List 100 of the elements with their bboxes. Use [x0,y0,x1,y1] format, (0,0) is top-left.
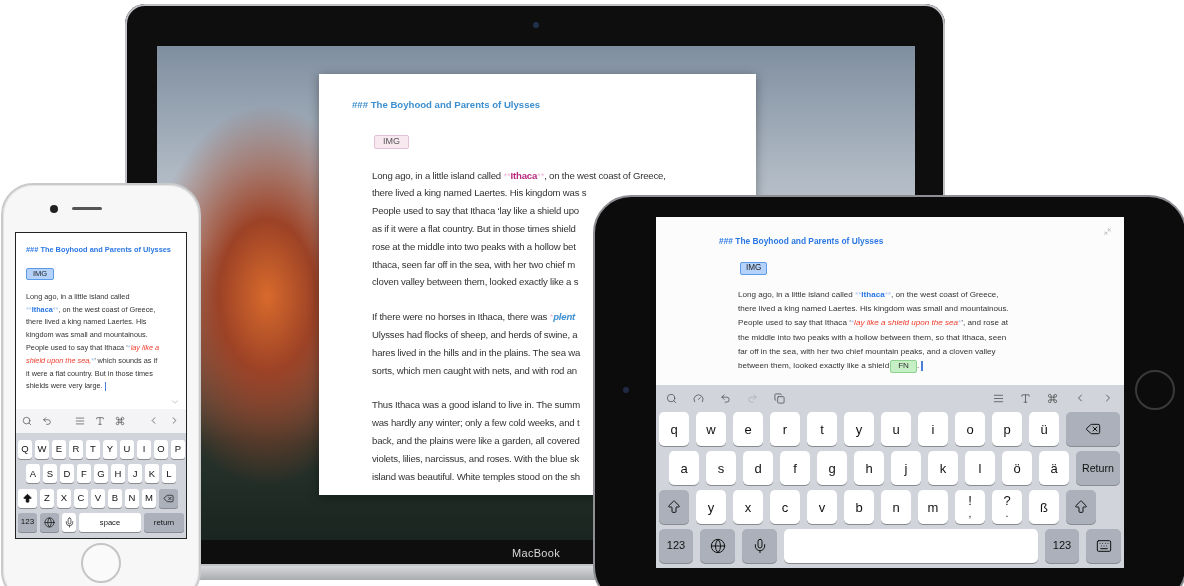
key[interactable]: a [669,451,699,485]
key[interactable]: ! , [955,490,985,524]
key[interactable]: n [881,490,911,524]
key[interactable]: L [162,464,176,483]
key[interactable]: r [770,412,800,446]
copy-button[interactable] [774,392,785,404]
key[interactable]: g [817,451,847,485]
key[interactable]: A [26,464,40,483]
list-button[interactable] [75,415,85,426]
text-line: hares lived in the hills and in the plains. The sea wa [372,345,581,360]
key[interactable]: o [955,412,985,446]
key[interactable]: ü [1029,412,1059,446]
key[interactable]: O [154,439,168,459]
copy-icon [774,392,785,404]
key[interactable]: x [733,490,763,524]
key[interactable]: H [111,464,125,483]
key[interactable]: E [52,439,66,459]
key[interactable]: C [74,488,88,508]
key[interactable]: q [659,412,689,446]
key[interactable]: t [807,412,837,446]
list-button[interactable] [993,392,1004,404]
search-icon [22,415,32,426]
undo-button[interactable] [720,392,731,404]
key[interactable]: K [145,464,159,483]
key[interactable]: ö [1002,451,1032,485]
key[interactable]: h [854,451,884,485]
key[interactable]: I [137,439,151,459]
key[interactable]: j [891,451,921,485]
text-line: was hardly any winter; only a few cold weeks, and t [372,416,580,431]
command-button[interactable] [115,415,125,426]
key[interactable]: N [125,488,139,508]
key[interactable]: w [696,412,726,446]
shift-icon [666,499,682,515]
key[interactable]: F [77,464,91,483]
key[interactable]: S [43,464,57,483]
key[interactable]: G [94,464,108,483]
key[interactable]: W [35,439,49,459]
return-key[interactable]: Return [1076,451,1120,485]
key[interactable]: v [807,490,837,524]
key[interactable]: f [780,451,810,485]
image-tag: IMG [740,262,768,275]
key[interactable]: u [881,412,911,446]
numbers-key[interactable]: 123 [659,529,693,563]
key[interactable]: J [128,464,142,483]
command-icon [115,415,125,426]
key[interactable]: m [918,490,948,524]
text-format-button[interactable] [1020,392,1031,404]
key[interactable]: y [696,490,726,524]
text-line: Ulysses had flocks of sheep, and herds of swine, a [372,328,578,343]
search-button[interactable] [22,415,32,426]
key[interactable]: l [965,451,995,485]
command-icon [1047,392,1058,404]
text-format-button[interactable] [95,415,105,426]
key[interactable]: ß [1029,490,1059,524]
globe-key[interactable] [40,513,59,532]
key[interactable]: c [770,490,800,524]
key[interactable]: y [844,412,874,446]
delete-key[interactable] [159,488,178,508]
shift-key[interactable] [18,488,37,508]
key[interactable]: M [142,488,156,508]
search-button[interactable] [666,392,677,404]
undo-button[interactable] [42,415,52,426]
text-line: Thus Ithaca was a good island to live in. The summ [372,398,580,413]
key[interactable]: V [91,488,105,508]
command-button[interactable] [1047,392,1058,404]
gauge-button[interactable] [693,392,704,404]
key[interactable]: R [69,439,83,459]
key[interactable]: D [60,464,74,483]
gauge-icon [693,392,704,404]
key[interactable]: T [86,439,100,459]
key[interactable]: e [733,412,763,446]
key[interactable]: Q [18,439,32,459]
key[interactable]: p [992,412,1022,446]
hide-keyboard-key[interactable] [1086,529,1121,563]
key[interactable]: U [120,439,134,459]
key[interactable]: ä [1039,451,1069,485]
key[interactable]: k [928,451,958,485]
key[interactable]: B [108,488,122,508]
key[interactable]: i [918,412,948,446]
key[interactable]: b [844,490,874,524]
numbers-key[interactable]: 123 [1045,529,1079,563]
camera-dot [533,22,539,28]
key[interactable]: Y [103,439,117,459]
key[interactable]: s [706,451,736,485]
delete-key[interactable] [1066,412,1120,446]
key[interactable]: ? . [992,490,1022,524]
key[interactable]: Z [40,488,54,508]
list-icon [75,415,85,426]
key[interactable]: P [171,439,185,459]
key[interactable]: X [57,488,71,508]
globe-key[interactable] [700,529,735,563]
microphone-key[interactable] [62,513,76,532]
shift-icon [22,492,33,504]
globe-icon [709,538,726,554]
numbers-key[interactable]: 123 [18,513,37,532]
home-button[interactable] [1134,370,1175,410]
heading: ### The Boyhood and Parents of Ulysses [719,235,885,247]
microphone-key[interactable] [742,529,777,563]
undo-icon [42,415,52,426]
key[interactable]: d [743,451,773,485]
